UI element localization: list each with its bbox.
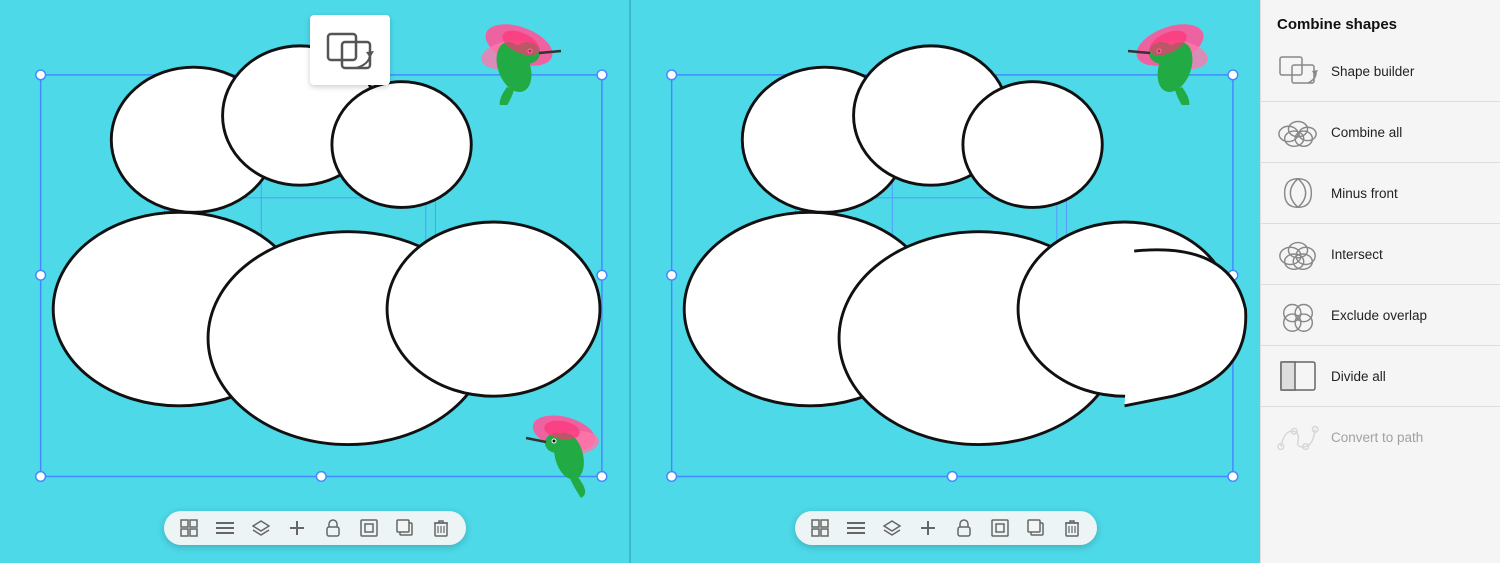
minus-front-icon	[1277, 172, 1319, 214]
left-canvas-panel[interactable]	[0, 0, 629, 563]
shape-builder-icon	[1277, 50, 1319, 92]
divider-2	[1261, 162, 1500, 163]
divider-3	[1261, 223, 1500, 224]
divider-1	[1261, 101, 1500, 102]
hummingbird-top-right-2	[1120, 15, 1220, 110]
shape-builder-item[interactable]: Shape builder	[1261, 43, 1500, 99]
duplicate-icon-2[interactable]	[1025, 517, 1047, 539]
divide-all-icon	[1277, 355, 1319, 397]
frame-icon[interactable]	[358, 517, 380, 539]
layers-icon-2[interactable]	[881, 517, 903, 539]
add-icon[interactable]	[286, 517, 308, 539]
divide-all-item[interactable]: Divide all	[1261, 348, 1500, 404]
lock-icon-2[interactable]	[953, 517, 975, 539]
combine-all-label: Combine all	[1331, 125, 1402, 140]
delete-icon-2[interactable]	[1061, 517, 1083, 539]
intersect-label: Intersect	[1331, 247, 1383, 262]
convert-to-path-icon	[1277, 416, 1319, 458]
right-bottom-toolbar	[795, 511, 1097, 545]
right-canvas-panel[interactable]	[631, 0, 1260, 563]
menu-icon[interactable]	[214, 517, 236, 539]
intersect-icon	[1277, 233, 1319, 275]
grid-icon-2[interactable]	[809, 517, 831, 539]
combine-all-item[interactable]: Combine all	[1261, 104, 1500, 160]
exclude-overlap-icon	[1277, 294, 1319, 336]
duplicate-icon[interactable]	[394, 517, 416, 539]
combine-shapes-panel: Combine shapes Shape builder Comb	[1260, 0, 1500, 563]
divider-6	[1261, 406, 1500, 407]
grid-icon[interactable]	[178, 517, 200, 539]
convert-to-path-label: Convert to path	[1331, 430, 1423, 445]
divider-4	[1261, 284, 1500, 285]
panel-title: Combine shapes	[1261, 12, 1500, 43]
divider-5	[1261, 345, 1500, 346]
menu-icon-2[interactable]	[845, 517, 867, 539]
lock-icon[interactable]	[322, 517, 344, 539]
minus-front-label: Minus front	[1331, 186, 1398, 201]
add-icon-2[interactable]	[917, 517, 939, 539]
left-bottom-toolbar	[164, 511, 466, 545]
frame-icon-2[interactable]	[989, 517, 1011, 539]
intersect-item[interactable]: Intersect	[1261, 226, 1500, 282]
layers-icon[interactable]	[250, 517, 272, 539]
divide-all-label: Divide all	[1331, 369, 1386, 384]
exclude-overlap-label: Exclude overlap	[1331, 308, 1427, 323]
combine-all-icon	[1277, 111, 1319, 153]
hummingbird-top-right	[469, 15, 569, 119]
shape-builder-label: Shape builder	[1331, 64, 1414, 79]
combine-shapes-popup-icon[interactable]	[310, 15, 390, 85]
hummingbird-bottom-right	[519, 398, 609, 503]
exclude-overlap-item[interactable]: Exclude overlap	[1261, 287, 1500, 343]
delete-icon[interactable]	[430, 517, 452, 539]
minus-front-item[interactable]: Minus front	[1261, 165, 1500, 221]
convert-to-path-item: Convert to path	[1261, 409, 1500, 465]
